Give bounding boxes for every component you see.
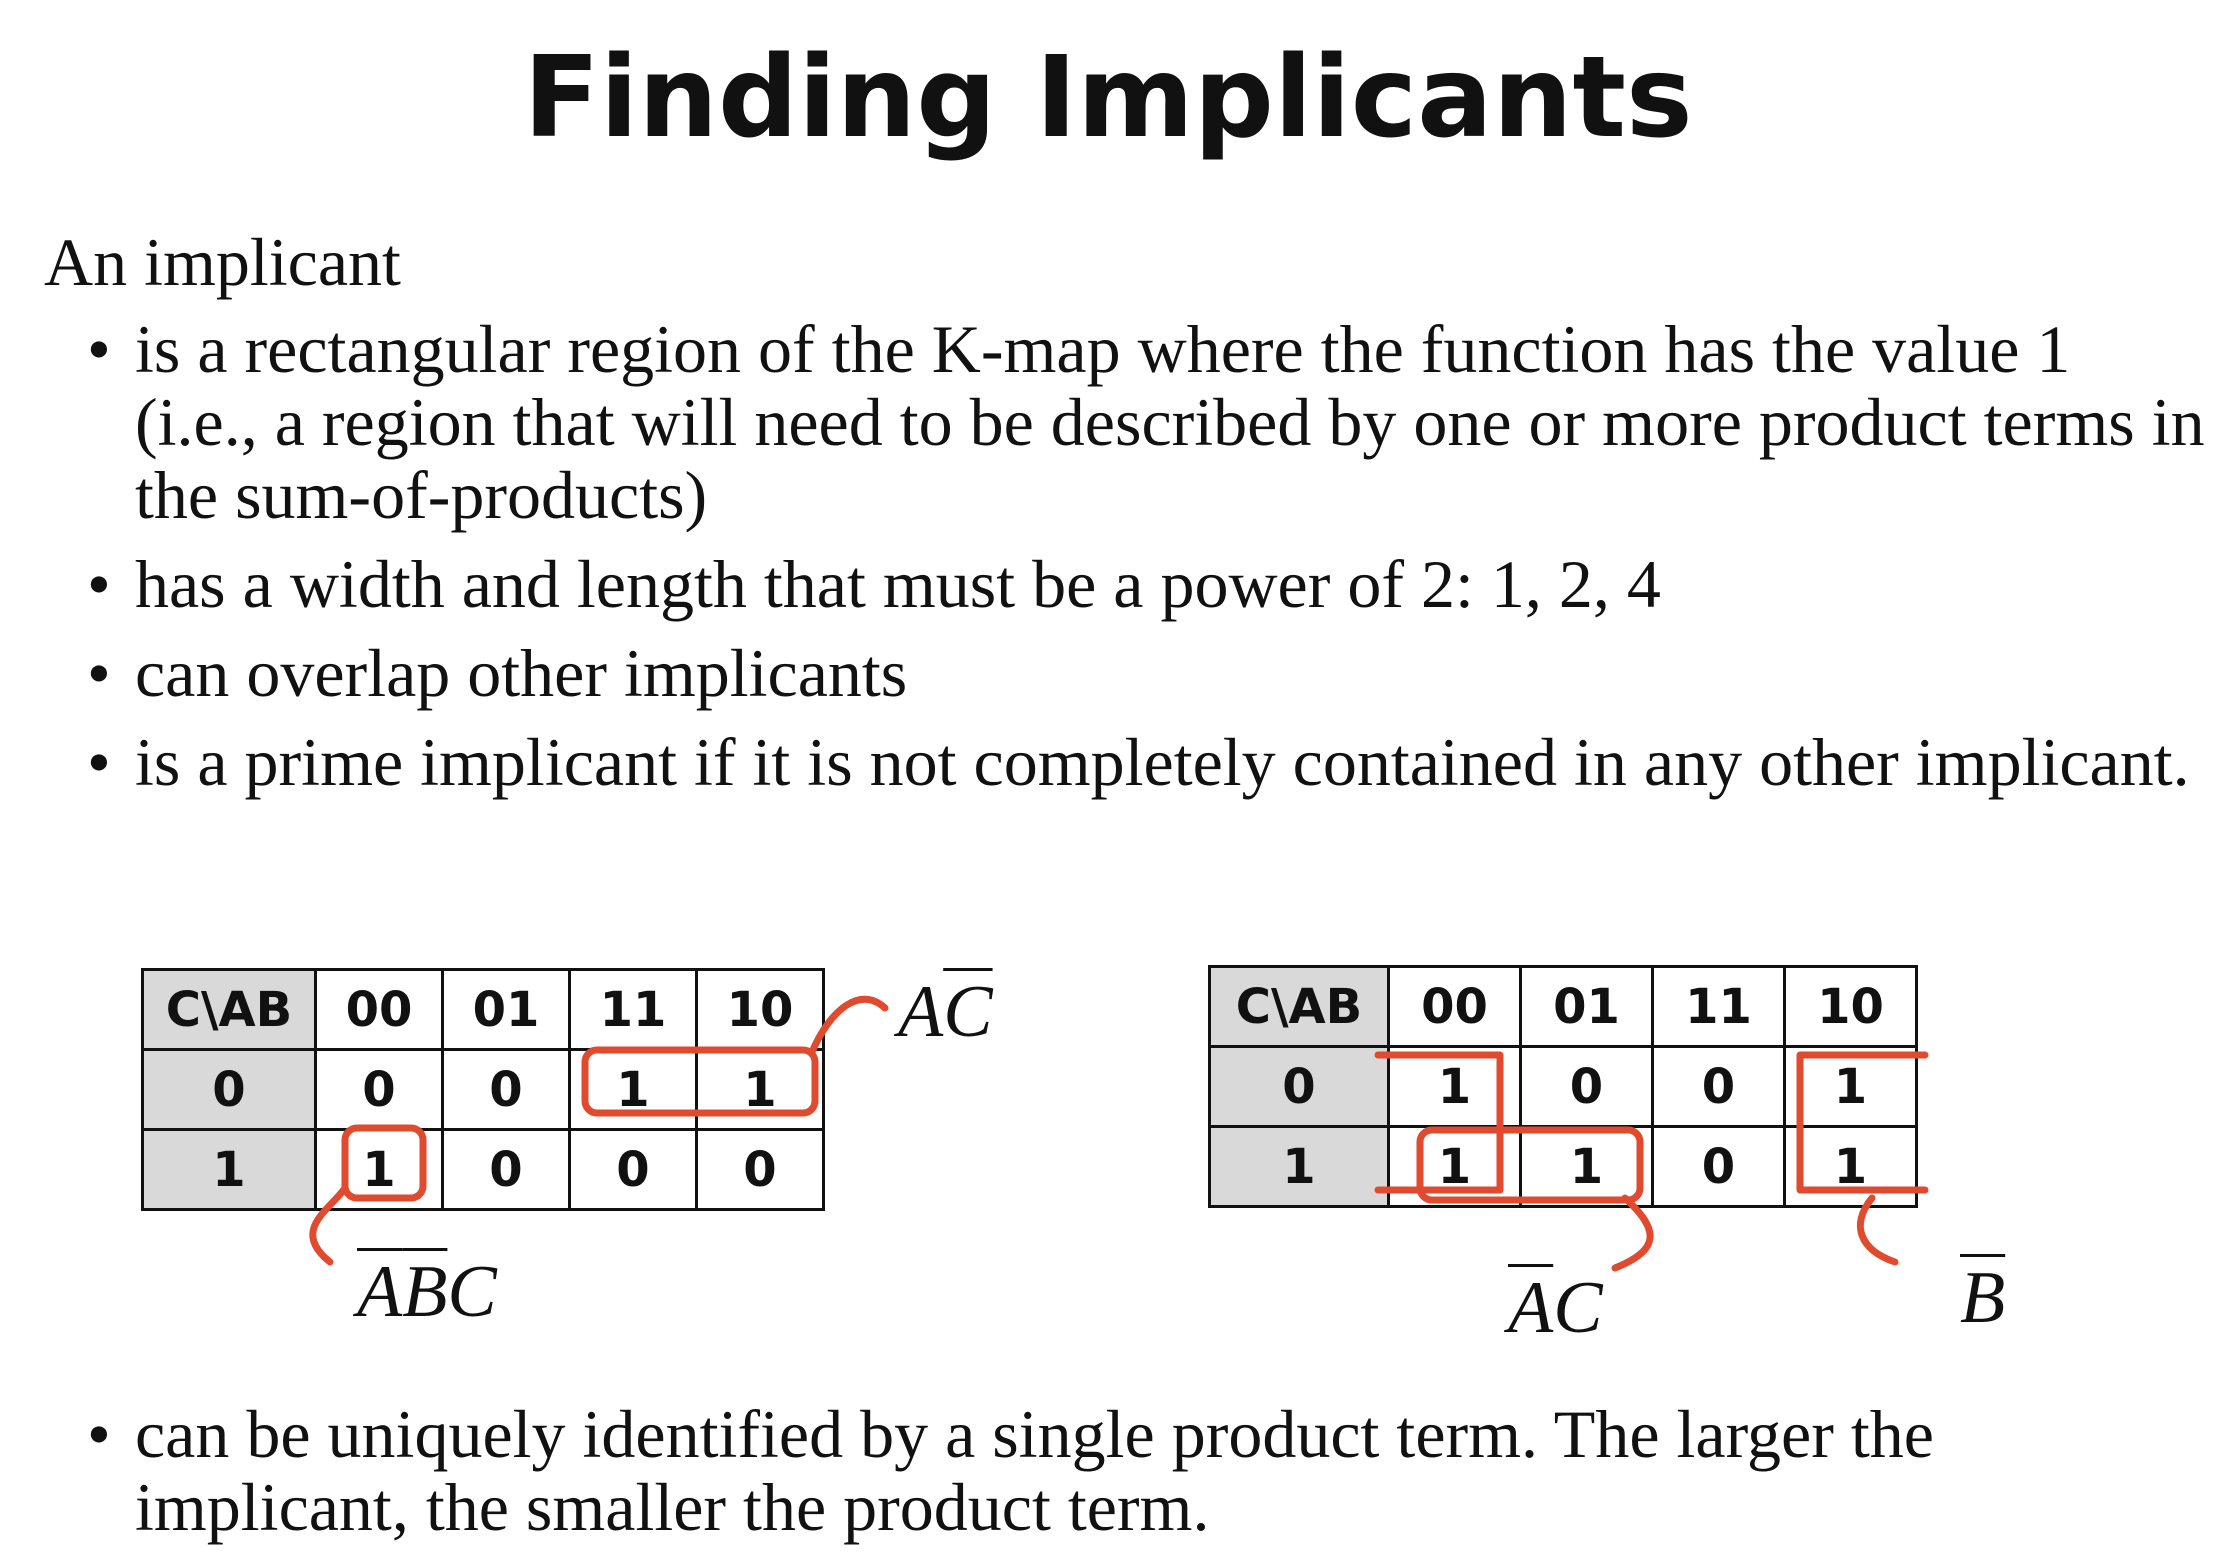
kmap-cell: 0 [1519,1045,1654,1128]
kmap-col-header: 00 [1387,965,1522,1048]
kmap-cell: 1 [1519,1125,1654,1208]
leader-line-a-c [1611,1194,1654,1272]
kmap-header-row: C\AB 00 01 11 10 [1208,965,1918,1048]
bullet-item: • is a prime implicant if it is not comp… [87,724,2205,800]
kmap-cell: 1 [568,1048,698,1131]
kmap-cell: 0 [1651,1125,1786,1208]
kmap-cell: 0 [695,1128,825,1211]
term-label-a-bar-b-bar-c: ABC [357,1252,497,1332]
kmap-cell: 0 [568,1128,698,1211]
kmap-header-row: C\AB 00 01 11 10 [141,968,825,1051]
term-var-barred: B [402,1251,448,1333]
kmap-row-header: 1 [141,1128,317,1211]
kmap-cell: 1 [1387,1045,1522,1128]
term-var: C [447,1251,497,1333]
bullet-item: • is a rectangular region of the K-map w… [87,311,2205,533]
kmap-row: 0 0 0 1 1 [141,1048,825,1131]
kmap-cell: 1 [695,1048,825,1131]
term-label-b-bar: B [1960,1258,2005,1338]
term-var: C [1553,1267,1603,1349]
bullet-marker: • [87,311,111,387]
term-var-barred: B [1960,1257,2006,1339]
kmap-col-header: 00 [314,968,444,1051]
bullet-marker: • [87,1396,111,1472]
term-var-barred: A [1508,1267,1554,1349]
term-var-barred: A [357,1251,403,1333]
bullet-text: has a width and length that must be a po… [135,546,1661,622]
bullet-text: can overlap other implicants [135,635,908,711]
kmap-row-header: 1 [1208,1125,1390,1208]
term-label-a-bar-c: AC [1508,1268,1603,1348]
kmap-cell: 0 [314,1048,444,1131]
kmap-col-header: 11 [568,968,698,1051]
term-var-barred: C [943,971,993,1053]
bullet-marker: • [87,635,111,711]
kmap-left: C\AB 00 01 11 10 0 0 0 1 1 1 1 0 0 0 [141,968,825,1211]
kmap-cell: 1 [1387,1125,1522,1208]
term-var: A [898,971,944,1053]
bullet-item: • can be uniquely identified by a single… [87,1396,2205,1545]
kmap-col-header: 10 [1783,965,1918,1048]
bullet-text: is a prime implicant if it is not comple… [135,724,2190,800]
kmap-col-header: 01 [1519,965,1654,1048]
term-label-ac-bar: AC [898,972,993,1052]
intro-text: An implicant [44,224,401,300]
kmap-cell: 1 [1783,1045,1918,1128]
kmap-row: 0 1 0 0 1 [1208,1045,1918,1128]
kmap-cell: 1 [314,1128,444,1211]
bullet-text: is a rectangular region of the K-map whe… [135,311,2205,533]
bullet-item: • can overlap other implicants [87,635,2205,711]
kmap-cell: 0 [441,1128,571,1211]
kmap-row: 1 1 0 0 0 [141,1128,825,1211]
kmap-col-header: 01 [441,968,571,1051]
bullet-marker: • [87,724,111,800]
bullet-text: can be uniquely identified by a single p… [135,1396,1934,1545]
kmap-col-header: 10 [695,968,825,1051]
kmap-cell: 0 [441,1048,571,1131]
kmap-cell: 0 [1651,1045,1786,1128]
bullet-marker: • [87,546,111,622]
kmap-row-header: 0 [141,1048,317,1131]
kmap-right: C\AB 00 01 11 10 0 1 0 0 1 1 1 1 0 1 [1208,965,1918,1208]
kmap-corner-label: C\AB [1208,965,1390,1048]
kmap-row: 1 1 1 0 1 [1208,1125,1918,1208]
kmap-cell: 1 [1783,1125,1918,1208]
kmap-corner-label: C\AB [141,968,317,1051]
bullet-item: • has a width and length that must be a … [87,546,2205,622]
kmap-col-header: 11 [1651,965,1786,1048]
kmap-row-header: 0 [1208,1045,1390,1128]
slide-title: Finding Implicants [523,33,1693,163]
